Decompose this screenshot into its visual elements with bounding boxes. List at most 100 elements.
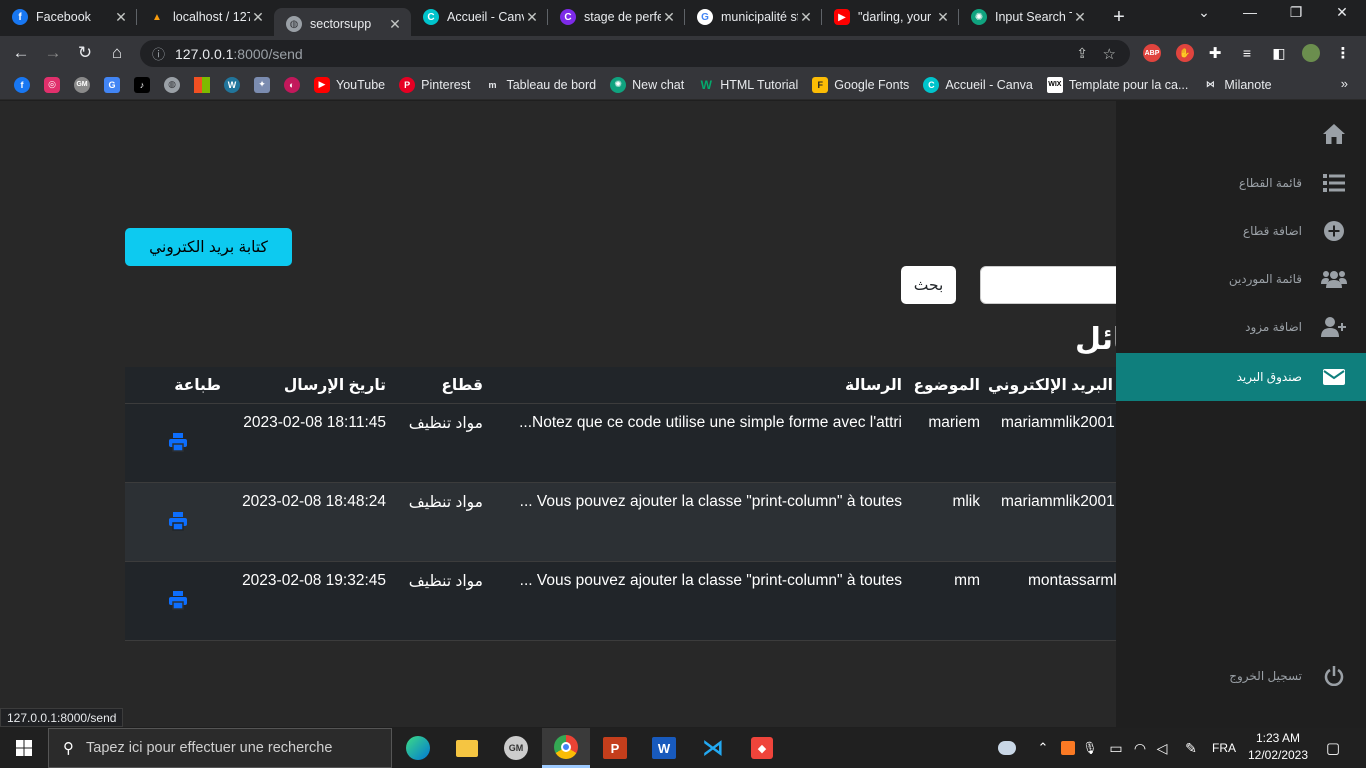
close-window-button[interactable]: ✕ — [1322, 4, 1362, 21]
forward-icon[interactable]: → — [40, 40, 66, 66]
tab-facebook[interactable]: f Facebook ✕ — [0, 1, 137, 33]
block-icon[interactable]: ✋ — [1176, 44, 1194, 62]
vscode-icon[interactable]: ⋊ — [689, 728, 737, 768]
bookmark-youtube[interactable]: ▶ YouTube — [314, 76, 385, 93]
sidebar-item-add-sector[interactable]: اضافة قطاع — [1116, 207, 1366, 255]
print-icon[interactable] — [168, 432, 188, 452]
minimize-button[interactable]: — — [1230, 4, 1270, 20]
side-panel-icon[interactable]: ◧ — [1270, 44, 1288, 62]
bookmark-new-chat[interactable]: ✺ New chat — [610, 76, 684, 93]
gm-app-icon[interactable]: GM — [492, 728, 540, 768]
cell-message: Vous pouvez ajouter la classe "print-col… — [519, 493, 902, 510]
bookmark-html-tutorial[interactable]: W HTML Tutorial — [698, 77, 799, 93]
tab-localhost[interactable]: ▲ localhost / 127.0.0.1 ✕ — [137, 1, 274, 33]
edge-icon[interactable] — [394, 728, 442, 768]
new-tab-button[interactable]: + — [1108, 6, 1130, 29]
reload-icon[interactable]: ↻ — [72, 40, 98, 66]
compose-email-button[interactable]: كتابة بريد الكتروني — [125, 228, 292, 266]
bookmark-canva[interactable]: C Accueil - Canva — [923, 76, 1033, 93]
sidebar-item-mailbox[interactable]: صندوق البريد — [1116, 353, 1366, 401]
xampp-icon[interactable] — [1058, 728, 1078, 768]
bookmark-gm[interactable]: GM — [74, 76, 90, 93]
bookmark-template[interactable]: WIX Template pour la ca... — [1046, 76, 1188, 93]
tab-municipalite[interactable]: G municipalité sfax ✕ — [685, 1, 822, 33]
share-icon[interactable]: ⇪ — [1076, 45, 1088, 62]
tab-input-search[interactable]: ✺ Input Search Tailwind ✕ — [959, 1, 1096, 33]
bookmark-instagram[interactable]: ◎ — [44, 76, 60, 93]
system-clock[interactable]: 1:23 AM 12/02/2023 — [1244, 730, 1312, 764]
language-indicator[interactable]: FRA — [1206, 728, 1242, 768]
volume-icon[interactable]: ◁ — [1152, 728, 1172, 768]
notifications-icon[interactable]: ▢ — [1320, 728, 1346, 768]
pen-icon[interactable]: ✎ — [1180, 728, 1202, 768]
bookmark-wordpress[interactable]: W — [224, 76, 240, 93]
chevron-up-icon[interactable]: ⌃ — [1034, 728, 1052, 768]
weather-icon[interactable] — [990, 728, 1024, 768]
bookmark-milanote[interactable]: ⋈ Milanote — [1202, 77, 1272, 93]
instagram-icon: ◎ — [44, 76, 60, 93]
bookmark-facebook[interactable]: f — [14, 76, 30, 93]
word-icon[interactable]: W — [640, 728, 688, 768]
bookmark-google-fonts[interactable]: F Google Fonts — [812, 76, 909, 93]
extensions-icon[interactable]: ✚ — [1206, 44, 1224, 62]
tab-youtube[interactable]: ▶ "darling, your ✕ — [822, 1, 959, 33]
bookmark-tiktok[interactable]: ♪ — [134, 76, 150, 93]
w3schools-icon: W — [700, 77, 712, 92]
facebook-icon: f — [14, 76, 30, 93]
circle-app-icon: ◐ — [284, 76, 300, 93]
print-icon[interactable] — [168, 590, 188, 610]
canva-icon: C — [560, 9, 576, 25]
bookmark-microsoft[interactable] — [194, 76, 210, 93]
cell-sector: مواد تنظيف — [408, 415, 483, 432]
bookmark-app[interactable]: ✦ — [254, 76, 270, 93]
power-icon — [1319, 661, 1349, 691]
bookmark-tableau-de-bord[interactable]: m Tableau de bord — [484, 77, 596, 93]
powerpoint-icon[interactable]: P — [591, 728, 639, 768]
translate-icon: G — [104, 76, 120, 93]
tab-search-icon[interactable]: ⌄ — [1184, 4, 1224, 21]
bookmarks-overflow-icon[interactable]: » — [1341, 76, 1348, 91]
home-icon[interactable]: ⌂ — [104, 40, 130, 66]
bookmark-star-icon[interactable]: ☆ — [1103, 45, 1116, 63]
battery-icon[interactable]: ▭ — [1104, 728, 1128, 768]
menu-icon[interactable]: ⋮ — [1334, 44, 1352, 62]
windows-start-icon[interactable] — [0, 728, 48, 768]
close-tab-icon[interactable]: ✕ — [661, 9, 677, 26]
close-tab-icon[interactable]: ✕ — [1072, 9, 1088, 26]
sidebar-item-logout[interactable]: تسجيل الخروج — [1116, 652, 1366, 700]
taskbar-search-input[interactable]: ⚲ Tapez ici pour effectuer une recherche — [48, 728, 392, 768]
close-tab-icon[interactable]: ✕ — [524, 9, 540, 26]
anydesk-icon[interactable]: ◆ — [738, 728, 786, 768]
address-bar[interactable]: ⓘ 127.0.0.1:8000/send ⇪ ☆ — [140, 40, 1130, 67]
sidebar-item-sector-list[interactable]: قائمة القطاع — [1116, 159, 1366, 207]
wifi-icon[interactable]: ◠ — [1130, 728, 1150, 768]
tab-stage[interactable]: C stage de perfectionnement ✕ — [548, 1, 685, 33]
bookmark-translate[interactable]: G — [104, 76, 120, 93]
close-tab-icon[interactable]: ✕ — [935, 9, 951, 26]
sidebar-item-add-supplier[interactable]: اضافة مزود — [1116, 303, 1366, 351]
print-icon[interactable] — [168, 511, 188, 531]
restore-button[interactable]: ❐ — [1276, 4, 1316, 21]
chrome-icon[interactable] — [542, 728, 590, 768]
sidebar-item-supplier-list[interactable]: قائمة الموردين — [1116, 255, 1366, 303]
media-icon[interactable]: ≡ — [1238, 44, 1256, 62]
close-tab-icon[interactable]: ✕ — [250, 9, 266, 26]
tab-canva[interactable]: C Accueil - Canva ✕ — [411, 1, 548, 33]
site-info-icon[interactable]: ⓘ — [152, 44, 165, 63]
close-tab-icon[interactable]: ✕ — [798, 9, 814, 26]
bookmark-pinterest[interactable]: P Pinterest — [399, 76, 470, 93]
close-tab-icon[interactable]: ✕ — [113, 9, 129, 26]
microphone-icon[interactable]: 🎙 — [1082, 728, 1098, 768]
cell-subject: mm — [954, 572, 980, 589]
search-button[interactable]: بحث — [901, 266, 956, 304]
sidebar-item-home[interactable] — [1116, 110, 1366, 158]
bookmark-circle[interactable]: ◐ — [284, 76, 300, 93]
close-tab-icon[interactable]: ✕ — [387, 16, 403, 33]
profile-avatar[interactable] — [1302, 44, 1320, 62]
bookmark-globe[interactable]: ◍ — [164, 76, 180, 93]
cell-email: mariammlik2001@gmail.com — [1001, 493, 1117, 510]
cell-sector: مواد تنظيف — [408, 494, 483, 511]
back-icon[interactable]: ← — [8, 40, 34, 66]
adblock-icon[interactable]: ABP — [1143, 44, 1161, 62]
file-explorer-icon[interactable] — [443, 728, 491, 768]
